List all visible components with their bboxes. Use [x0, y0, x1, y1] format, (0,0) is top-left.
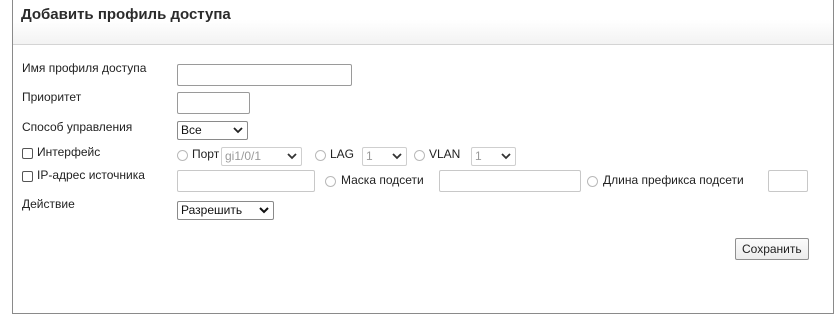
- prefix-length-radio[interactable]: [587, 176, 598, 187]
- management-method-value: Все: [181, 123, 202, 137]
- port-select[interactable]: gi1/0/1: [221, 147, 302, 166]
- management-method-label: Способ управления: [22, 120, 133, 134]
- lag-label: LAG: [330, 147, 355, 161]
- lag-radio[interactable]: [315, 150, 326, 161]
- vlan-radio[interactable]: [414, 150, 425, 161]
- chevron-down-icon: [233, 127, 243, 134]
- port-value: gi1/0/1: [225, 149, 262, 163]
- interface-checkbox[interactable]: [22, 148, 33, 159]
- subnet-mask-label: Маска подсети: [341, 173, 424, 187]
- action-value: Разрешить: [181, 203, 243, 217]
- source-ip-label: IP-адрес источника: [37, 168, 145, 182]
- chevron-down-icon: [287, 153, 297, 160]
- subnet-mask-radio[interactable]: [325, 176, 336, 187]
- prefix-length-input[interactable]: [768, 170, 808, 192]
- chevron-down-icon: [392, 153, 402, 160]
- save-button[interactable]: Сохранить: [735, 238, 809, 260]
- source-ip-checkbox[interactable]: [22, 171, 33, 182]
- priority-label: Приоритет: [22, 90, 82, 104]
- priority-input[interactable]: [177, 92, 250, 114]
- profile-name-input[interactable]: [177, 64, 352, 86]
- source-ip-input[interactable]: [177, 170, 315, 192]
- chevron-down-icon: [501, 153, 511, 160]
- interface-label: Интерфейс: [37, 145, 101, 159]
- add-access-profile-panel: Добавить профиль доступа Имя профиля дос…: [12, 0, 834, 314]
- vlan-label: VLAN: [429, 147, 461, 161]
- page-title: Добавить профиль доступа: [21, 6, 231, 23]
- port-radio[interactable]: [177, 150, 188, 161]
- vlan-value: 1: [475, 149, 482, 163]
- panel-header: Добавить профиль доступа: [13, 0, 833, 45]
- subnet-mask-input[interactable]: [439, 170, 581, 192]
- action-select[interactable]: Разрешить: [177, 201, 274, 220]
- prefix-length-label: Длина префикса подсети: [603, 173, 744, 187]
- port-label: Порт: [192, 147, 220, 161]
- lag-select[interactable]: 1: [362, 147, 407, 166]
- vlan-select[interactable]: 1: [471, 147, 516, 166]
- chevron-down-icon: [259, 207, 269, 214]
- action-label: Действие: [22, 197, 75, 211]
- lag-value: 1: [366, 149, 373, 163]
- management-method-select[interactable]: Все: [177, 121, 248, 140]
- profile-name-label: Имя профиля доступа: [22, 61, 147, 75]
